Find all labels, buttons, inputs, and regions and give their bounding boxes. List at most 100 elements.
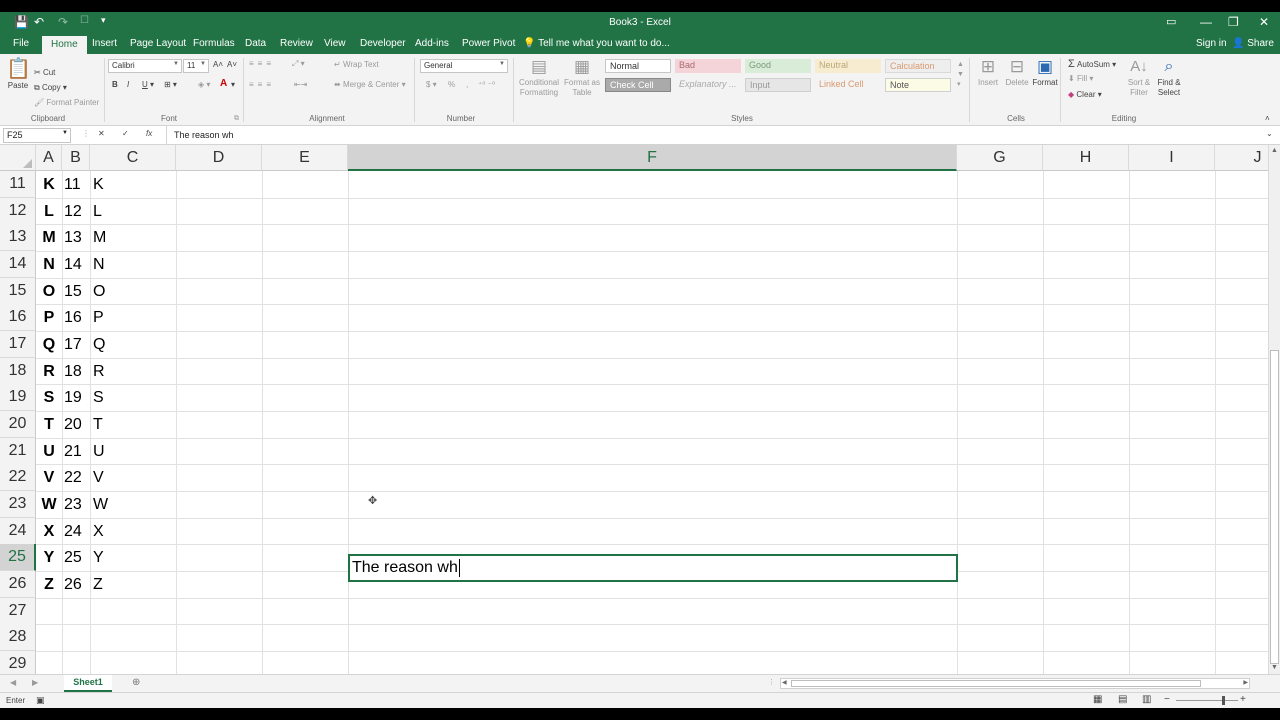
borders-icon[interactable]: ⊞ ▾ bbox=[164, 80, 177, 89]
cell-c12[interactable]: L bbox=[93, 198, 179, 225]
ribbon-display-options-icon[interactable]: ▭ bbox=[1166, 15, 1176, 28]
cell-b24[interactable]: 24 bbox=[64, 518, 92, 545]
cell-c15[interactable]: O bbox=[93, 278, 179, 305]
decimal-icons[interactable]: ⁺⁰ ⁻⁰ bbox=[478, 80, 495, 89]
row-header[interactable]: 23 bbox=[0, 491, 36, 518]
tab-file[interactable]: File bbox=[13, 38, 29, 49]
style-note[interactable]: Note bbox=[885, 78, 951, 92]
zoom-slider[interactable] bbox=[1176, 700, 1238, 701]
style-explanatory[interactable]: Explanatory ... bbox=[675, 78, 741, 92]
row-header[interactable]: 28 bbox=[0, 624, 36, 651]
style-linked-cell[interactable]: Linked Cell bbox=[815, 78, 881, 92]
tab-add-ins[interactable]: Add-ins bbox=[415, 38, 449, 49]
cut-button[interactable]: ✂ Cut bbox=[34, 68, 55, 77]
scroll-left-icon[interactable]: ◀ bbox=[782, 679, 787, 686]
cell-c20[interactable]: T bbox=[93, 411, 179, 438]
page-layout-view-icon[interactable]: ▤ bbox=[1118, 694, 1127, 705]
cell-b18[interactable]: 18 bbox=[64, 358, 92, 385]
dialog-launcher-icon[interactable]: ⧉ bbox=[234, 115, 239, 123]
tab-view[interactable]: View bbox=[324, 38, 346, 49]
cell-c16[interactable]: P bbox=[93, 304, 179, 331]
cell-b17[interactable]: 17 bbox=[64, 331, 92, 358]
formula-input[interactable]: The reason wh bbox=[174, 130, 234, 140]
row-header[interactable]: 21 bbox=[0, 438, 36, 465]
share-button[interactable]: 👤 Share bbox=[1232, 38, 1274, 49]
zoom-slider-thumb[interactable] bbox=[1222, 696, 1225, 705]
scroll-down-icon[interactable]: ▼ bbox=[1271, 664, 1278, 671]
column-header-i[interactable]: I bbox=[1129, 145, 1215, 171]
expand-formula-bar-icon[interactable]: ⌄ bbox=[1266, 129, 1273, 138]
horizontal-scroll-thumb[interactable] bbox=[791, 680, 1201, 687]
delete-cells-button[interactable]: ⊟ Delete bbox=[1003, 56, 1031, 87]
macro-record-icon[interactable]: ▣ bbox=[36, 695, 45, 706]
sign-in-link[interactable]: Sign in bbox=[1196, 38, 1227, 49]
cell-b22[interactable]: 22 bbox=[64, 464, 92, 491]
collapse-ribbon-icon[interactable]: ˄ bbox=[1265, 114, 1270, 123]
font-name-select[interactable]: Calibri ▼ bbox=[108, 59, 182, 73]
row-header[interactable]: 13 bbox=[0, 224, 36, 251]
currency-button[interactable]: $ ▾ bbox=[426, 80, 437, 89]
insert-function-button[interactable]: fx bbox=[146, 129, 152, 138]
conditional-formatting-button[interactable]: ▤ Conditional Formatting bbox=[516, 56, 562, 98]
select-all-corner[interactable] bbox=[0, 145, 36, 171]
horizontal-scrollbar[interactable]: ◀ ▶ bbox=[780, 678, 1250, 689]
cell-c14[interactable]: N bbox=[93, 251, 179, 278]
cell-a17[interactable]: Q bbox=[36, 331, 62, 358]
vertical-align-icons[interactable]: ≡≡≡ bbox=[249, 59, 275, 68]
column-header-c[interactable]: C bbox=[90, 145, 176, 171]
cell-a29[interactable] bbox=[36, 651, 62, 674]
tab-home[interactable]: Home bbox=[42, 36, 87, 55]
column-header-j[interactable]: J bbox=[1215, 145, 1268, 171]
row-header[interactable]: 22 bbox=[0, 464, 36, 491]
italic-button[interactable]: I bbox=[127, 80, 129, 89]
cell-b27[interactable] bbox=[64, 598, 92, 625]
cell-c13[interactable]: M bbox=[93, 224, 179, 251]
row-header[interactable]: 16 bbox=[0, 304, 36, 331]
cell-c18[interactable]: R bbox=[93, 358, 179, 385]
vertical-scrollbar[interactable]: ▲ ▼ bbox=[1268, 145, 1280, 674]
scroll-up-icon[interactable]: ▲ bbox=[1271, 147, 1278, 154]
cell-b28[interactable] bbox=[64, 624, 92, 651]
cell-c22[interactable]: V bbox=[93, 464, 179, 491]
cell-a21[interactable]: U bbox=[36, 438, 62, 465]
format-cells-button[interactable]: ▣ Format bbox=[1031, 56, 1059, 87]
column-header-g[interactable]: G bbox=[957, 145, 1043, 171]
row-header[interactable]: 18 bbox=[0, 358, 36, 385]
cell-a28[interactable] bbox=[36, 624, 62, 651]
row-header[interactable]: 29 bbox=[0, 651, 36, 674]
cell-a25[interactable]: Y bbox=[36, 544, 62, 571]
style-input[interactable]: Input bbox=[745, 78, 811, 92]
fill-color-icon[interactable]: ◈ ▾ bbox=[198, 80, 210, 89]
insert-cells-button[interactable]: ⊞ Insert bbox=[975, 56, 1001, 87]
add-sheet-icon[interactable]: ⊕ bbox=[132, 677, 140, 688]
cell-a20[interactable]: T bbox=[36, 411, 62, 438]
scroll-right-icon[interactable]: ▶ bbox=[1243, 679, 1248, 686]
zoom-out-icon[interactable]: − bbox=[1164, 694, 1170, 705]
tab-page-layout[interactable]: Page Layout bbox=[130, 38, 186, 49]
cell-a16[interactable]: P bbox=[36, 304, 62, 331]
cell-b26[interactable]: 26 bbox=[64, 571, 92, 598]
row-header[interactable]: 11 bbox=[0, 171, 36, 198]
column-header-b[interactable]: B bbox=[62, 145, 90, 171]
font-size-select[interactable]: 11 ▼ bbox=[183, 59, 209, 73]
tab-power-pivot[interactable]: Power Pivot bbox=[462, 38, 515, 49]
cell-c21[interactable]: U bbox=[93, 438, 179, 465]
indent-icons[interactable]: ⇤⇥ bbox=[294, 80, 307, 89]
underline-button[interactable]: U bbox=[142, 80, 148, 89]
row-header[interactable]: 14 bbox=[0, 251, 36, 278]
cell-c19[interactable]: S bbox=[93, 384, 179, 411]
close-icon[interactable]: ✕ bbox=[1259, 15, 1269, 29]
sheet-tab-sheet1[interactable]: Sheet1 bbox=[64, 675, 112, 692]
maximize-icon[interactable]: ❐ bbox=[1228, 15, 1239, 29]
horizontal-align-icons[interactable]: ≡≡≡ bbox=[249, 80, 275, 89]
style-calculation[interactable]: Calculation bbox=[885, 59, 951, 73]
row-header[interactable]: 27 bbox=[0, 598, 36, 625]
orientation-icon[interactable]: ⤢ ▾ bbox=[292, 59, 305, 69]
sort-filter-button[interactable]: A↓ Sort & Filter bbox=[1126, 56, 1152, 98]
cell-b12[interactable]: 12 bbox=[64, 198, 92, 225]
chevron-down-icon[interactable]: ▾ bbox=[150, 80, 154, 89]
cell-a18[interactable]: R bbox=[36, 358, 62, 385]
worksheet-grid[interactable]: ABCDEFGHIJ 11 12 13 14 15 16 17 18 19 20 21 22 23 24 2… bbox=[0, 145, 1268, 674]
font-color-icon[interactable]: A bbox=[220, 78, 227, 89]
format-painter-button[interactable]: 🖌 Format Painter bbox=[34, 98, 99, 107]
